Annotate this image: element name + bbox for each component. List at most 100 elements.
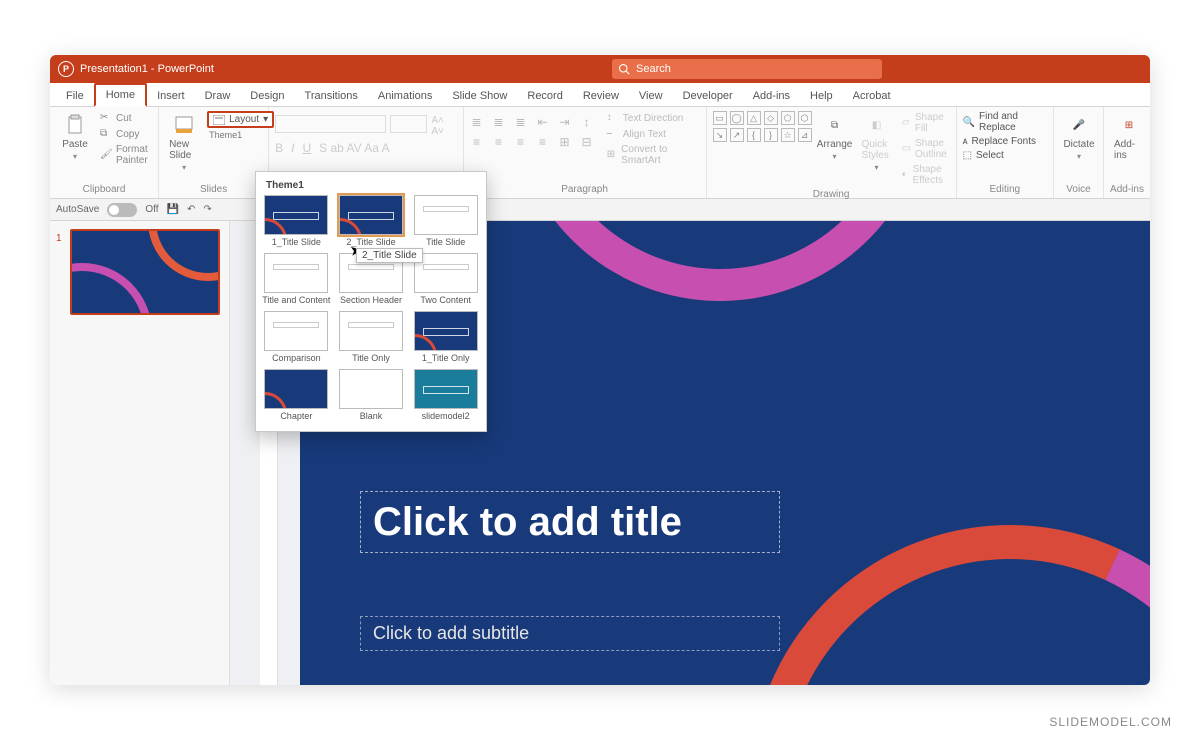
microphone-icon: 🎤 — [1067, 113, 1091, 137]
editor-area: 1 543210123456 Click to add title Click … — [50, 221, 1150, 685]
addins-button[interactable]: ⊞ Add-ins — [1110, 111, 1148, 163]
ribbon-tabs: File Home Insert Draw Design Transitions… — [50, 83, 1150, 107]
tab-record[interactable]: Record — [517, 86, 572, 106]
format-painter-button[interactable]: 🖌Format Painter — [98, 143, 152, 167]
align-text-button[interactable]: ⎯Align Text — [605, 127, 700, 141]
layout-icon — [213, 115, 225, 125]
slide-thumbnail-1[interactable] — [70, 229, 220, 315]
quick-styles-button[interactable]: ◧ Quick Styles▾ — [858, 111, 896, 174]
thumbnail-number: 1 — [56, 233, 62, 244]
text-direction-button[interactable]: ↕Text Direction — [605, 111, 700, 125]
tab-view[interactable]: View — [629, 86, 673, 106]
layout-option-title-and-content[interactable]: Title and Content — [262, 253, 331, 305]
shape-effects-button[interactable]: ◐Shape Effects — [900, 163, 952, 187]
watermark: SLIDEMODEL.COM — [1049, 715, 1172, 729]
layout-button[interactable]: Layout ▾ — [207, 111, 274, 128]
group-addins: ⊞ Add-ins Add-ins — [1104, 107, 1150, 198]
tab-acrobat[interactable]: Acrobat — [843, 86, 901, 106]
titlebar: P Presentation1 - PowerPoint Search — [50, 55, 1150, 83]
find-icon: 🔍 — [963, 117, 975, 128]
tab-home[interactable]: Home — [94, 83, 147, 107]
select-button[interactable]: ⬚Select — [963, 150, 1047, 161]
layout-option-comparison[interactable]: Comparison — [262, 311, 331, 363]
replace-icon: ᴀ — [963, 136, 968, 147]
paragraph-icons: ≣≣≣⇤⇥↕ ≡≡≡≡⊞⊟ — [470, 111, 601, 149]
group-voice: 🎤 Dictate▾ Voice — [1054, 107, 1104, 198]
select-icon: ⬚ — [963, 150, 972, 161]
outline-icon: ▭ — [902, 143, 911, 155]
tab-animations[interactable]: Animations — [368, 86, 442, 106]
slide-thumbnail-pane[interactable]: 1 — [50, 221, 230, 685]
title-placeholder[interactable]: Click to add title — [360, 491, 780, 553]
tab-slide-show[interactable]: Slide Show — [442, 86, 517, 106]
copy-button[interactable]: ⧉Copy — [98, 127, 152, 141]
new-slide-icon — [172, 113, 196, 137]
convert-smartart-button[interactable]: ⊞Convert to SmartArt — [605, 143, 700, 167]
autosave-toggle[interactable] — [107, 203, 137, 217]
text-direction-icon: ↕ — [607, 112, 619, 124]
tab-insert[interactable]: Insert — [147, 86, 195, 106]
paste-icon — [63, 113, 87, 137]
layout-option-2-title-slide[interactable]: 2_Title Slide — [337, 195, 406, 247]
quick-access-toolbar: AutoSave Off 💾 ↶ ↷ — [50, 199, 1150, 221]
group-clipboard: Paste ▾ ✂Cut ⧉Copy 🖌Format Painter Clipb… — [50, 107, 159, 198]
group-label-voice: Voice — [1060, 182, 1097, 198]
redo-icon[interactable]: ↷ — [203, 204, 211, 215]
layout-option-title-only[interactable]: Title Only — [337, 311, 406, 363]
layout-option-title-slide[interactable]: Title Slide — [411, 195, 480, 247]
arrange-icon: ⧉ — [823, 113, 847, 137]
chevron-down-icon: ▾ — [73, 152, 77, 161]
addins-icon: ⊞ — [1117, 113, 1141, 137]
chevron-down-icon: ▾ — [182, 163, 186, 172]
new-slide-button[interactable]: New Slide ▾ — [165, 111, 203, 174]
group-label-paragraph: Paragraph — [470, 182, 700, 198]
tab-file[interactable]: File — [56, 86, 94, 106]
fill-icon: ▱ — [902, 117, 911, 129]
tab-review[interactable]: Review — [573, 86, 629, 106]
shape-fill-button[interactable]: ▱Shape Fill — [900, 111, 952, 135]
decorative-ring-top — [433, 221, 1007, 378]
layout-option-1-title-slide[interactable]: 1_Title Slide — [262, 195, 331, 247]
group-editing: 🔍Find and Replace ᴀReplace Fonts ⬚Select… — [957, 107, 1054, 198]
group-label-drawing: Drawing — [713, 187, 950, 203]
group-paragraph: ≣≣≣⇤⇥↕ ≡≡≡≡⊞⊟ ↕Text Direction ⎯Align Tex… — [464, 107, 707, 198]
tab-add-ins[interactable]: Add-ins — [743, 86, 800, 106]
layout-option-1-title-only[interactable]: 1_Title Only — [411, 311, 480, 363]
subtitle-placeholder[interactable]: Click to add subtitle — [360, 616, 780, 651]
powerpoint-window: P Presentation1 - PowerPoint Search File… — [50, 55, 1150, 685]
shape-outline-button[interactable]: ▭Shape Outline — [900, 137, 952, 161]
shapes-gallery[interactable]: ▭◯△◇⬠⬡ ↘↗{}☆⊿ — [713, 111, 812, 142]
group-drawing: ▭◯△◇⬠⬡ ↘↗{}☆⊿ ⧉ Arrange▾ ◧ Quick Styles▾… — [707, 107, 957, 198]
theme-label: Theme1 — [207, 130, 274, 140]
layout-option-slidemodel2[interactable]: slidemodel2 — [411, 369, 480, 421]
group-label-slides: Slides — [165, 182, 262, 198]
search-box[interactable]: Search — [612, 59, 882, 79]
tab-help[interactable]: Help — [800, 86, 843, 106]
group-slides: New Slide ▾ Layout ▾ Theme1 Slides — [159, 107, 269, 198]
search-icon — [618, 63, 630, 75]
tab-draw[interactable]: Draw — [195, 86, 241, 106]
search-placeholder: Search — [636, 63, 671, 75]
quick-styles-icon: ◧ — [865, 113, 889, 137]
autosave-label: AutoSave — [56, 204, 99, 215]
dictate-button[interactable]: 🎤 Dictate▾ — [1060, 111, 1098, 163]
replace-fonts-button[interactable]: ᴀReplace Fonts — [963, 136, 1047, 147]
group-label-clipboard: Clipboard — [56, 182, 152, 198]
undo-icon[interactable]: ↶ — [187, 204, 195, 215]
autosave-state: Off — [145, 204, 158, 215]
arrange-button[interactable]: ⧉ Arrange▾ — [816, 111, 854, 163]
tab-design[interactable]: Design — [240, 86, 294, 106]
powerpoint-icon: P — [58, 61, 74, 77]
layout-tooltip: 2_Title Slide — [356, 248, 423, 263]
save-icon[interactable]: 💾 — [167, 204, 179, 215]
tab-transitions[interactable]: Transitions — [295, 86, 368, 106]
find-replace-button[interactable]: 🔍Find and Replace — [963, 111, 1047, 133]
tab-developer[interactable]: Developer — [673, 86, 743, 106]
paste-button[interactable]: Paste ▾ — [56, 111, 94, 163]
gallery-theme-header: Theme1 — [262, 178, 480, 195]
layout-option-chapter[interactable]: Chapter — [262, 369, 331, 421]
effects-icon: ◐ — [902, 169, 909, 181]
group-label-editing: Editing — [963, 182, 1047, 198]
layout-option-blank[interactable]: Blank — [337, 369, 406, 421]
cut-button[interactable]: ✂Cut — [98, 111, 152, 125]
